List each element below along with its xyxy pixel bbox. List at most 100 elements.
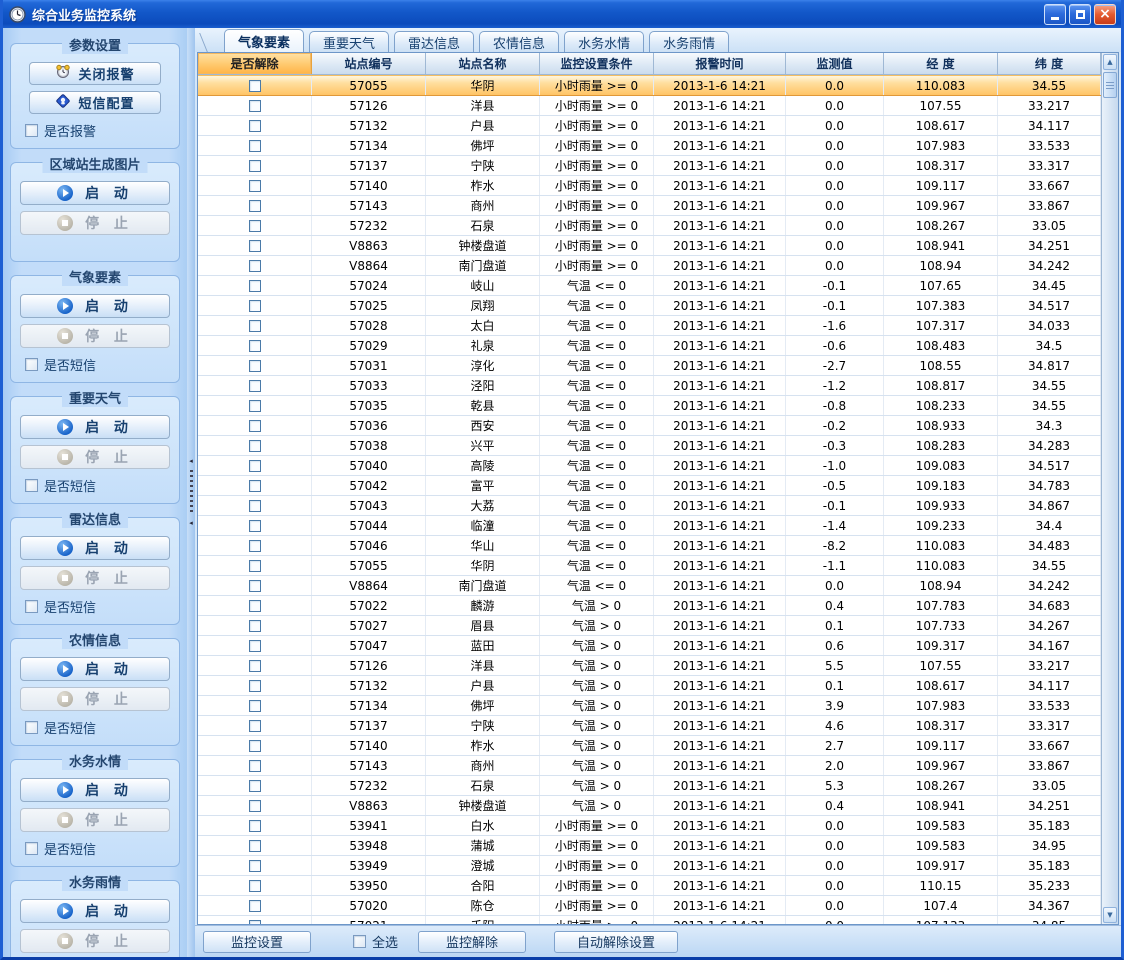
- start-button[interactable]: 启 动: [20, 778, 170, 802]
- release-checkbox[interactable]: [249, 500, 261, 512]
- release-checkbox[interactable]: [249, 460, 261, 472]
- table-row[interactable]: 57043大荔气温 <= 02013-1-6 14:21-0.1109.9333…: [198, 496, 1101, 516]
- table-row[interactable]: 57126洋县气温 > 02013-1-6 14:215.5107.5533.2…: [198, 656, 1101, 676]
- minimize-button[interactable]: [1044, 4, 1066, 25]
- sms-config-button[interactable]: 短信配置: [29, 91, 161, 114]
- tab-3[interactable]: 雷达信息: [394, 31, 474, 52]
- release-checkbox[interactable]: [249, 800, 261, 812]
- release-checkbox[interactable]: [249, 560, 261, 572]
- table-row[interactable]: 57046华山气温 <= 02013-1-6 14:21-8.2110.0833…: [198, 536, 1101, 556]
- sms-checkbox[interactable]: [25, 479, 38, 492]
- tab-4[interactable]: 农情信息: [479, 31, 559, 52]
- table-row[interactable]: 57036西安气温 <= 02013-1-6 14:21-0.2108.9333…: [198, 416, 1101, 436]
- table-row[interactable]: 57028太白气温 <= 02013-1-6 14:21-1.6107.3173…: [198, 316, 1101, 336]
- table-row[interactable]: 57140柞水气温 > 02013-1-6 14:212.7109.11733.…: [198, 736, 1101, 756]
- column-header-8[interactable]: 纬 度: [998, 53, 1101, 74]
- vertical-scrollbar[interactable]: ▲ ▼: [1101, 53, 1118, 924]
- tab-6[interactable]: 水务雨情: [649, 31, 729, 52]
- table-row[interactable]: 57140柞水小时雨量 >= 02013-1-6 14:210.0109.117…: [198, 176, 1101, 196]
- start-button[interactable]: 启 动: [20, 294, 170, 318]
- maximize-button[interactable]: [1069, 4, 1091, 25]
- release-checkbox[interactable]: [249, 280, 261, 292]
- release-checkbox[interactable]: [249, 660, 261, 672]
- release-checkbox[interactable]: [249, 100, 261, 112]
- release-checkbox[interactable]: [249, 640, 261, 652]
- table-row[interactable]: 57134佛坪气温 > 02013-1-6 14:213.9107.98333.…: [198, 696, 1101, 716]
- start-button[interactable]: 启 动: [20, 536, 170, 560]
- table-row[interactable]: 57137宁陕小时雨量 >= 02013-1-6 14:210.0108.317…: [198, 156, 1101, 176]
- table-row[interactable]: 57035乾县气温 <= 02013-1-6 14:21-0.8108.2333…: [198, 396, 1101, 416]
- release-checkbox[interactable]: [249, 420, 261, 432]
- release-checkbox[interactable]: [249, 320, 261, 332]
- table-row[interactable]: 57027眉县气温 > 02013-1-6 14:210.1107.73334.…: [198, 616, 1101, 636]
- tab-2[interactable]: 重要天气: [309, 31, 389, 52]
- table-row[interactable]: 57029礼泉气温 <= 02013-1-6 14:21-0.6108.4833…: [198, 336, 1101, 356]
- release-checkbox[interactable]: [249, 440, 261, 452]
- release-checkbox[interactable]: [249, 80, 261, 92]
- start-button[interactable]: 启 动: [20, 415, 170, 439]
- table-row[interactable]: 57033泾阳气温 <= 02013-1-6 14:21-1.2108.8173…: [198, 376, 1101, 396]
- scrollbar-track[interactable]: [1102, 99, 1118, 906]
- release-checkbox[interactable]: [249, 680, 261, 692]
- table-row[interactable]: 57022麟游气温 > 02013-1-6 14:210.4107.78334.…: [198, 596, 1101, 616]
- release-checkbox[interactable]: [249, 880, 261, 892]
- release-checkbox[interactable]: [249, 200, 261, 212]
- table-row[interactable]: 57055华阴气温 <= 02013-1-6 14:21-1.1110.0833…: [198, 556, 1101, 576]
- column-header-3[interactable]: 站点名称: [426, 53, 540, 74]
- table-row[interactable]: 57132户县小时雨量 >= 02013-1-6 14:210.0108.617…: [198, 116, 1101, 136]
- release-checkbox[interactable]: [249, 240, 261, 252]
- sms-checkbox[interactable]: [25, 721, 38, 734]
- scroll-up-button[interactable]: ▲: [1103, 54, 1117, 70]
- select-all-checkbox[interactable]: [353, 935, 366, 948]
- release-checkbox[interactable]: [249, 740, 261, 752]
- table-row[interactable]: 57055华阴小时雨量 >= 02013-1-6 14:210.0110.083…: [198, 75, 1101, 96]
- sidebar-splitter[interactable]: ◂ ◂: [187, 28, 195, 957]
- monitor-set-button[interactable]: 监控设置: [203, 931, 311, 953]
- table-row[interactable]: 57143商州气温 > 02013-1-6 14:212.0109.96733.…: [198, 756, 1101, 776]
- release-checkbox[interactable]: [249, 920, 261, 925]
- table-row[interactable]: 53949澄城小时雨量 >= 02013-1-6 14:210.0109.917…: [198, 856, 1101, 876]
- release-checkbox[interactable]: [249, 720, 261, 732]
- scroll-down-button[interactable]: ▼: [1103, 907, 1117, 923]
- table-row[interactable]: 57047蓝田气温 > 02013-1-6 14:210.6109.31734.…: [198, 636, 1101, 656]
- table-row[interactable]: 53948蒲城小时雨量 >= 02013-1-6 14:210.0109.583…: [198, 836, 1101, 856]
- release-checkbox[interactable]: [249, 900, 261, 912]
- release-checkbox[interactable]: [249, 520, 261, 532]
- release-checkbox[interactable]: [249, 140, 261, 152]
- column-header-4[interactable]: 监控设置条件: [540, 53, 654, 74]
- start-button[interactable]: 启 动: [20, 657, 170, 681]
- release-checkbox[interactable]: [249, 380, 261, 392]
- release-checkbox[interactable]: [249, 160, 261, 172]
- close-button[interactable]: ×: [1094, 4, 1116, 25]
- column-header-5[interactable]: 报警时间: [654, 53, 786, 74]
- table-row[interactable]: 57143商州小时雨量 >= 02013-1-6 14:210.0109.967…: [198, 196, 1101, 216]
- column-header-7[interactable]: 经 度: [884, 53, 998, 74]
- table-row[interactable]: 57126洋县小时雨量 >= 02013-1-6 14:210.0107.553…: [198, 96, 1101, 116]
- release-checkbox[interactable]: [249, 600, 261, 612]
- release-checkbox[interactable]: [249, 220, 261, 232]
- release-checkbox[interactable]: [249, 480, 261, 492]
- start-button[interactable]: 启 动: [20, 181, 170, 205]
- table-row[interactable]: V8864南门盘道小时雨量 >= 02013-1-6 14:210.0108.9…: [198, 256, 1101, 276]
- release-checkbox[interactable]: [249, 360, 261, 372]
- table-row[interactable]: 57134佛坪小时雨量 >= 02013-1-6 14:210.0107.983…: [198, 136, 1101, 156]
- release-checkbox[interactable]: [249, 120, 261, 132]
- release-checkbox[interactable]: [249, 400, 261, 412]
- start-button[interactable]: 启 动: [20, 899, 170, 923]
- release-checkbox[interactable]: [249, 340, 261, 352]
- table-row[interactable]: 53941白水小时雨量 >= 02013-1-6 14:210.0109.583…: [198, 816, 1101, 836]
- table-row[interactable]: 53950合阳小时雨量 >= 02013-1-6 14:210.0110.153…: [198, 876, 1101, 896]
- release-checkbox[interactable]: [249, 700, 261, 712]
- release-checkbox[interactable]: [249, 300, 261, 312]
- monitor-release-button[interactable]: 监控解除: [418, 931, 526, 953]
- table-row[interactable]: 57020陈仓小时雨量 >= 02013-1-6 14:210.0107.434…: [198, 896, 1101, 916]
- release-checkbox[interactable]: [249, 820, 261, 832]
- tab-5[interactable]: 水务水情: [564, 31, 644, 52]
- table-row[interactable]: V8863钟楼盘道气温 > 02013-1-6 14:210.4108.9413…: [198, 796, 1101, 816]
- table-row[interactable]: V8863钟楼盘道小时雨量 >= 02013-1-6 14:210.0108.9…: [198, 236, 1101, 256]
- release-checkbox[interactable]: [249, 860, 261, 872]
- table-row[interactable]: 57024岐山气温 <= 02013-1-6 14:21-0.1107.6534…: [198, 276, 1101, 296]
- table-row[interactable]: 57132户县气温 > 02013-1-6 14:210.1108.61734.…: [198, 676, 1101, 696]
- table-row[interactable]: 57025凤翔气温 <= 02013-1-6 14:21-0.1107.3833…: [198, 296, 1101, 316]
- column-header-2[interactable]: 站点编号: [312, 53, 426, 74]
